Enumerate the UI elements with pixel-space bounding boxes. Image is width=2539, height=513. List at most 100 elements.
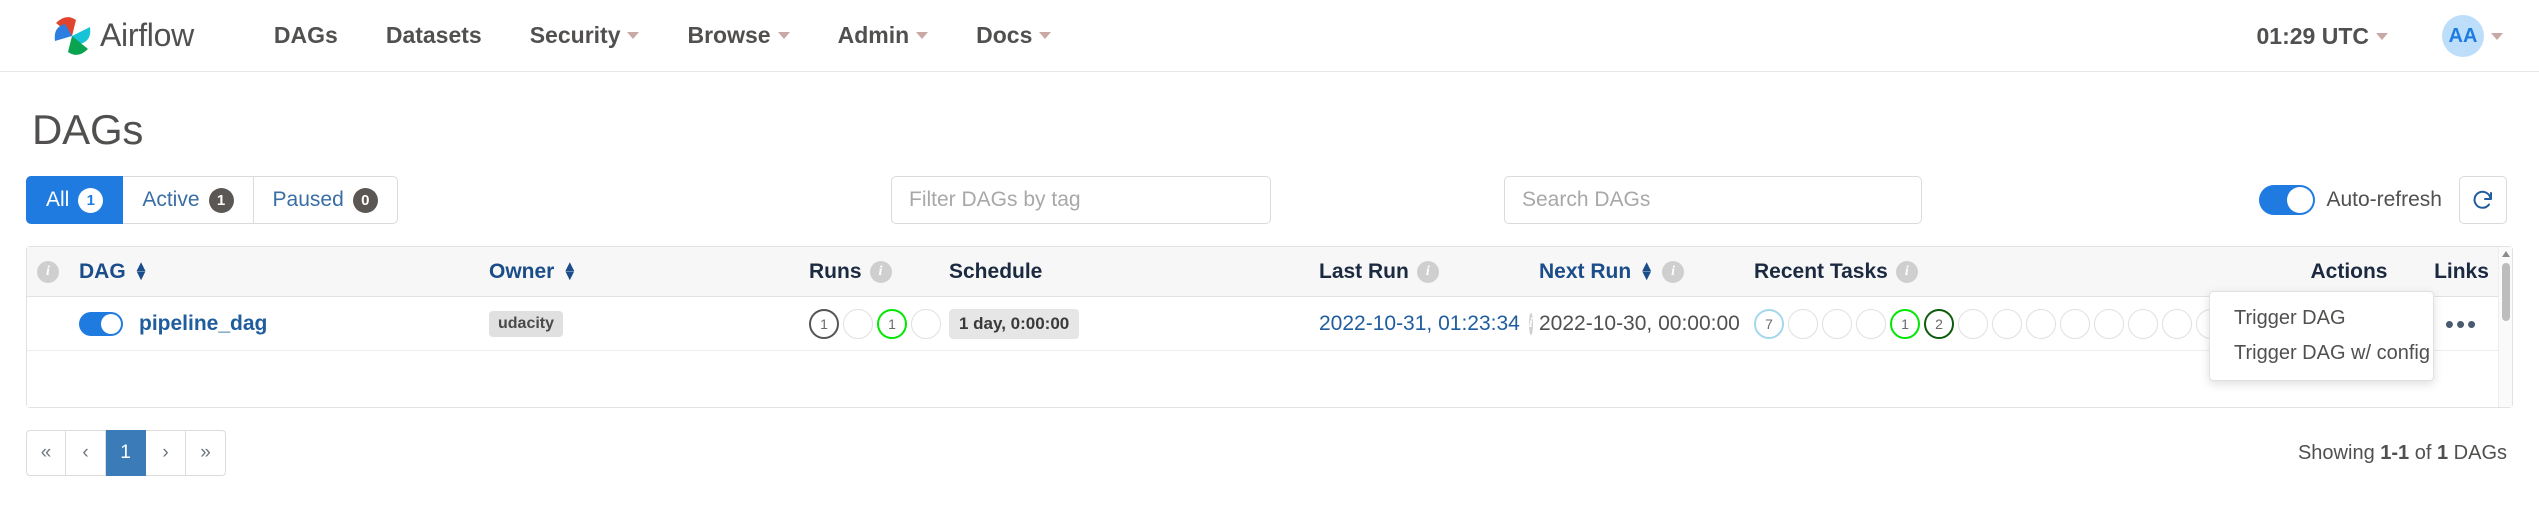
next-run-value: 2022-10-30, 00:00:00 [1539,311,1740,335]
chevron-down-icon [627,32,640,39]
header-next-run[interactable]: Next Run ▲ ▼ i [1529,258,1744,284]
tag-filter-input[interactable] [891,176,1271,224]
trigger-dag-dropdown: Trigger DAG Trigger DAG w/ config [2209,291,2434,381]
owner-tag[interactable]: udacity [489,310,564,337]
table-empty-strip [27,351,2512,407]
showing-mid: of [2414,441,2432,464]
nav-item-admin[interactable]: Admin [814,22,953,49]
filter-tab-active[interactable]: Active 1 [123,176,254,224]
page-next-button[interactable]: › [146,430,186,476]
task-circle-4[interactable]: 1 [1890,308,1920,339]
page-title: DAGs [32,106,144,153]
filter-tab-all[interactable]: All 1 [26,176,124,224]
task-circle-3 [1856,308,1886,339]
header-dag[interactable]: DAG ▲ ▼ [69,258,479,284]
utc-clock[interactable]: 01:29 UTC [2257,23,2388,50]
nav-item-browse-label: Browse [687,22,771,48]
showing-status: Showing 1-1 of 1 DAGs [2298,442,2507,465]
nav-item-security-label: Security [529,22,621,48]
info-icon[interactable]: i [869,260,892,283]
sort-icon: ▲ ▼ [562,258,578,284]
filter-tab-paused[interactable]: Paused 0 [253,176,398,224]
info-icon[interactable]: i [1895,260,1918,283]
nav-item-datasets[interactable]: Datasets [362,22,506,49]
task-circle-0[interactable]: 7 [1754,308,1784,339]
header-last-run: Last Run i [1309,260,1529,284]
last-run-link[interactable]: 2022-10-31, 01:23:34 [1319,312,1520,336]
filter-tab-paused-label: Paused [272,188,344,211]
ellipsis-icon[interactable]: ••• [2445,311,2478,337]
page-number-1[interactable]: 1 [106,430,146,476]
run-status-circles: 11 [809,308,941,339]
brand-logo[interactable]: Airflow [46,10,194,62]
row-schedule-cell: 1 day, 0:00:00 [939,308,1309,339]
info-icon[interactable]: i [1416,260,1439,283]
table-vertical-scrollbar[interactable] [2498,247,2512,407]
header-last-run-label: Last Run [1319,259,1409,283]
task-circle-10 [2094,308,2124,339]
nav-item-browse[interactable]: Browse [663,22,813,49]
row-last-run-cell: 2022-10-31, 01:23:34 i [1309,312,1533,336]
menu-item-trigger-dag[interactable]: Trigger DAG [2210,301,2433,336]
search-input[interactable] [1504,176,1922,224]
run-circle-2[interactable]: 1 [877,308,907,339]
sort-icon: ▲ ▼ [1639,258,1655,284]
user-menu[interactable]: AA [2442,15,2503,57]
header-actions: Actions [2284,260,2414,284]
nav-item-datasets-label: Datasets [385,22,482,48]
navbar-right: 01:29 UTC AA [2257,0,2503,72]
status-filter-group: All 1 Active 1 Paused 0 [26,176,398,224]
page-first-button[interactable]: « [26,430,66,476]
page-last-button[interactable]: » [186,430,226,476]
info-icon[interactable]: i [37,260,59,283]
showing-prefix: Showing [2297,441,2375,464]
auto-refresh-label: Auto-refresh [2326,188,2442,211]
menu-item-trigger-dag-with-config[interactable]: Trigger DAG w/ config [2210,336,2433,371]
showing-total: 1 [2436,441,2449,464]
sort-icon: ▲ ▼ [133,258,149,284]
scroll-up-arrow-icon[interactable] [2502,251,2510,257]
row-recent-tasks-cell: 7 12 [1744,308,2284,339]
chevron-down-icon [916,32,929,39]
task-circle-2 [1822,308,1852,339]
task-circle-5[interactable]: 2 [1924,308,1954,339]
filter-tab-all-label: All [46,188,70,211]
task-circle-7 [1992,308,2022,339]
avatar: AA [2442,15,2484,57]
row-owner-cell: udacity [479,310,799,337]
task-circle-6 [1958,308,1988,339]
header-recent-tasks-label: Recent Tasks [1754,259,1888,283]
schedule-tag[interactable]: 1 day, 0:00:00 [949,308,1080,339]
task-circle-9 [2060,308,2090,339]
task-circle-1 [1788,308,1818,339]
row-runs-cell: 11 [799,308,941,339]
header-owner[interactable]: Owner ▲ ▼ [479,258,799,284]
pagination: « ‹ 1 › » [26,430,226,476]
task-circle-8 [2026,308,2056,339]
auto-refresh-toggle[interactable] [2259,185,2316,215]
row-dag-cell: pipeline_dag [69,311,479,336]
chevron-down-icon [2491,32,2503,40]
dag-pause-toggle[interactable] [79,311,123,336]
run-circle-0[interactable]: 1 [809,308,839,339]
refresh-icon [2473,190,2492,209]
task-status-circles: 7 12 [1754,308,2226,339]
dag-id-link[interactable]: pipeline_dag [139,312,267,336]
info-icon[interactable]: i [1662,260,1685,283]
task-circle-12 [2162,308,2192,339]
header-dag-label: DAG [79,259,126,283]
nav-item-dags[interactable]: DAGs [250,22,362,49]
utc-clock-label: 01:29 UTC [2256,22,2369,49]
page-prev-button[interactable]: ‹ [66,430,106,476]
filter-tab-active-label: Active [142,188,200,211]
scrollbar-thumb[interactable] [2502,263,2510,321]
filters-toolbar: All 1 Active 1 Paused 0 Auto-refresh [26,176,2513,224]
header-links: Links [2414,260,2509,284]
nav-item-docs[interactable]: Docs [952,22,1075,49]
nav-links: DAGs Datasets Security Browse Admin Docs [250,22,1075,49]
header-schedule: Schedule [939,260,1309,284]
refresh-button[interactable] [2459,176,2507,224]
brand-name: Airflow [100,17,194,53]
nav-item-security[interactable]: Security [506,22,664,49]
run-circle-3 [911,308,941,339]
